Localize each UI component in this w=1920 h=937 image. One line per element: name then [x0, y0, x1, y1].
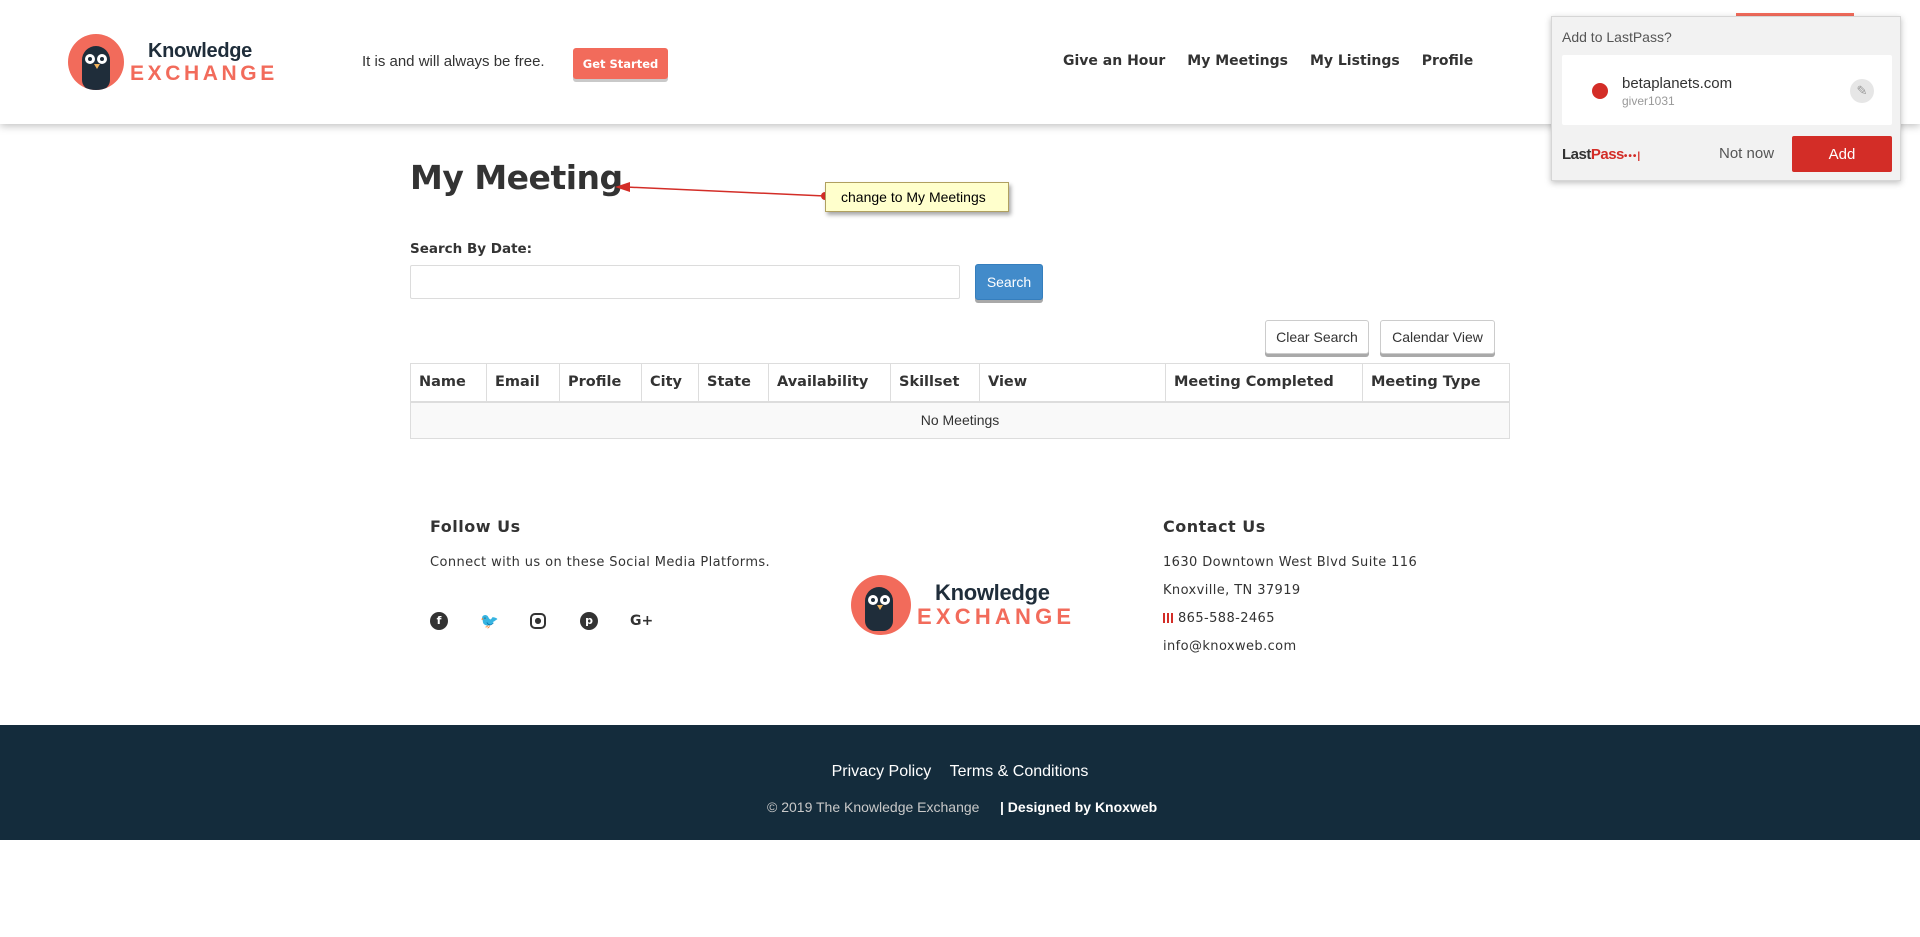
globe-icon — [1592, 83, 1608, 99]
lastpass-not-now-button[interactable]: Not now — [1719, 145, 1774, 162]
annotation-note: change to My Meetings — [825, 182, 1009, 212]
lastpass-question: Add to LastPass? — [1562, 29, 1672, 45]
edit-pencil-icon[interactable]: ✎ — [1850, 79, 1874, 103]
lastpass-site-card[interactable]: betaplanets.com giver1031 ✎ — [1562, 55, 1892, 125]
lastpass-add-button[interactable]: Add — [1792, 136, 1892, 172]
lastpass-popup: Add to LastPass? betaplanets.com giver10… — [1551, 16, 1901, 181]
lastpass-username: giver1031 — [1622, 94, 1675, 108]
lastpass-brand-logo: LastPass•••| — [1562, 146, 1642, 163]
lastpass-site: betaplanets.com — [1622, 75, 1733, 92]
